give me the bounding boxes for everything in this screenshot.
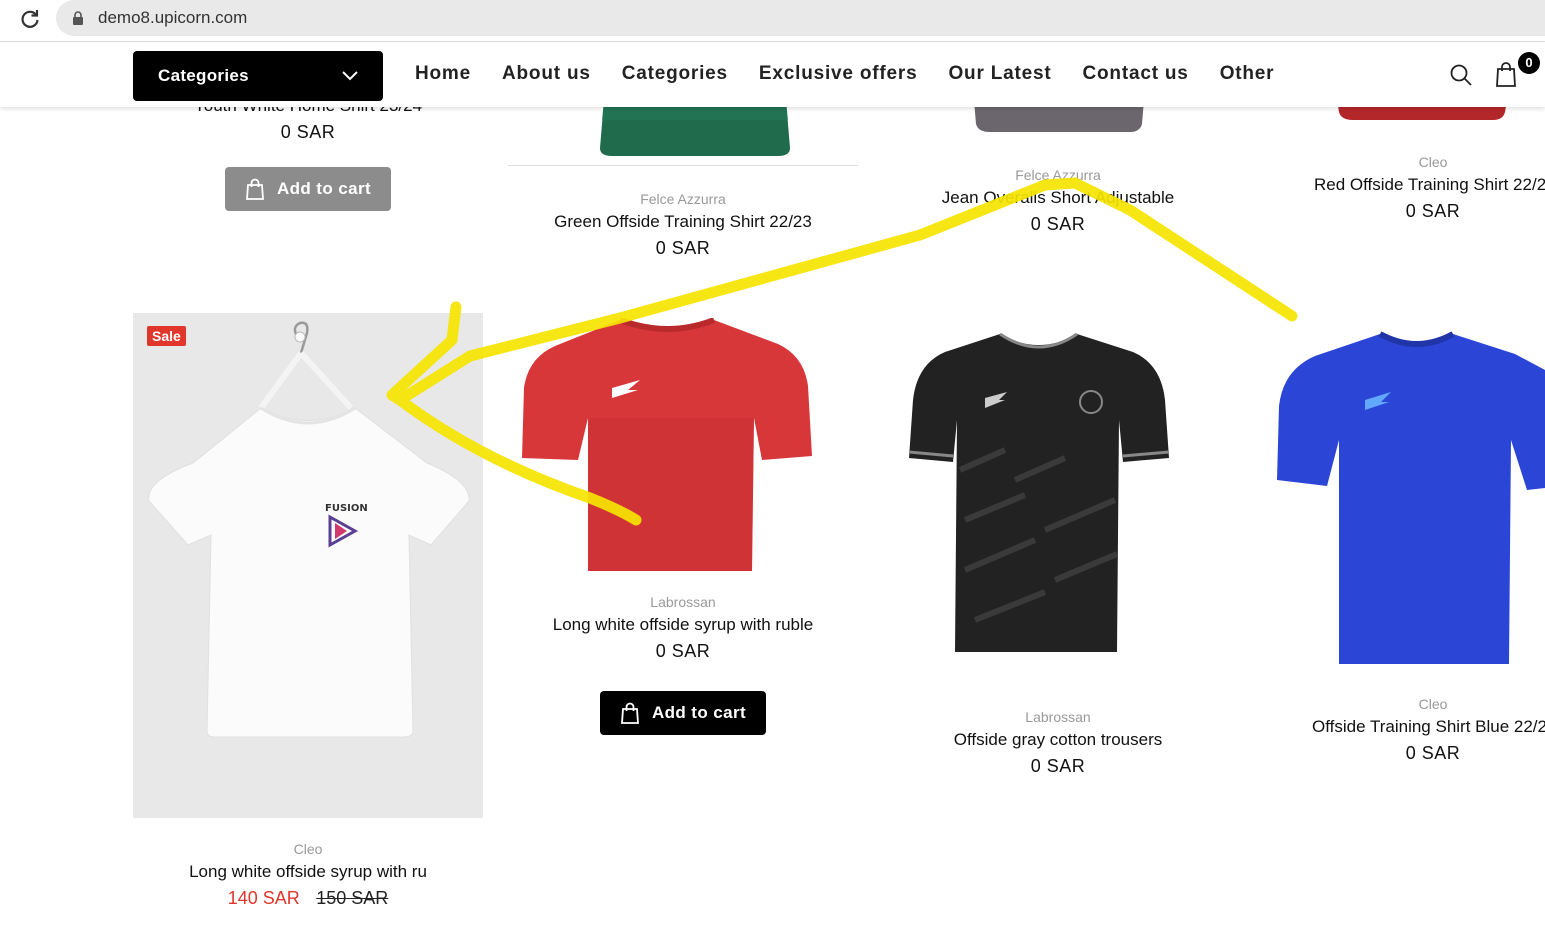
sale-price: 140 SAR: [227, 888, 300, 908]
product-card-jean-overalls[interactable]: Felce Azzurra Jean Overalls Short Adjust…: [883, 167, 1233, 235]
nav-link-home[interactable]: Home: [415, 63, 471, 85]
product-name[interactable]: Red Offside Training Shirt 22/23: [1293, 175, 1545, 195]
divider: [508, 165, 858, 166]
product-image-blue-shirt[interactable]: [1275, 330, 1545, 670]
main-nav: Home About us Categories Exclusive offer…: [415, 63, 1305, 85]
product-price: 0 SAR: [655, 238, 711, 258]
site-navbar: Categories Home About us Categories Excl…: [0, 43, 1545, 107]
product-name[interactable]: Green Offside Training Shirt 22/23: [508, 212, 858, 232]
nav-link-our-latest[interactable]: Our Latest: [948, 63, 1051, 85]
url-field[interactable]: demo8.upicorn.com: [56, 0, 1545, 36]
product-image-black-shirt[interactable]: [905, 330, 1173, 660]
product-card-red-long[interactable]: Labrossan Long white offside syrup with …: [508, 594, 858, 662]
sale-badge: Sale: [147, 326, 186, 346]
cart-bag-icon[interactable]: [1494, 61, 1518, 87]
product-brand: Cleo: [1418, 696, 1448, 712]
product-brand: Felce Azzurra: [640, 191, 726, 207]
add-to-cart-button[interactable]: Add to cart: [225, 167, 391, 211]
product-name[interactable]: Jean Overalls Short Adjustable: [883, 188, 1233, 208]
categories-dropdown-label: Categories: [158, 66, 249, 85]
nav-link-exclusive-offers[interactable]: Exclusive offers: [759, 63, 918, 85]
shopping-bag-icon: [245, 178, 264, 200]
browser-address-bar: demo8.upicorn.com: [0, 0, 1545, 42]
product-price: 0 SAR: [1405, 743, 1461, 763]
black-shirt-image: [908, 332, 1170, 652]
product-name[interactable]: Offside Training Shirt Blue 22/23: [1293, 717, 1545, 737]
blue-shirt-image: [1277, 331, 1545, 664]
product-image-white-shirt[interactable]: FUSION: [133, 313, 483, 818]
old-price: 150 SAR: [316, 888, 389, 908]
product-image-red-shirt[interactable]: [520, 318, 815, 573]
product-price: 0 SAR: [1405, 201, 1461, 221]
reload-icon[interactable]: [18, 7, 42, 31]
shopping-bag-icon: [620, 702, 639, 724]
add-to-cart-label: Add to cart: [276, 179, 372, 198]
nav-link-categories[interactable]: Categories: [622, 63, 728, 85]
product-brand: Labrossan: [650, 594, 716, 610]
url-text: demo8.upicorn.com: [98, 8, 248, 27]
product-card-gray-trousers[interactable]: Labrossan Offside gray cotton trousers 0…: [883, 709, 1233, 777]
product-brand: Felce Azzurra: [1015, 167, 1101, 183]
product-card-white-offside[interactable]: Cleo Long white offside syrup with ru 14…: [133, 841, 483, 909]
green-shirt-image: [600, 100, 790, 156]
product-name[interactable]: Offside gray cotton trousers: [883, 730, 1233, 750]
chevron-down-icon: [342, 71, 358, 81]
nav-link-other[interactable]: Other: [1220, 63, 1275, 85]
product-image-green-shirt[interactable]: [590, 100, 800, 160]
product-name[interactable]: Long white offside syrup with ruble: [508, 615, 858, 635]
red-shirt-image: [522, 318, 812, 571]
add-to-cart-label: Add to cart: [651, 703, 747, 722]
product-card-red-offside[interactable]: Cleo Red Offside Training Shirt 22/23 0 …: [1293, 154, 1545, 222]
lock-icon: [73, 11, 83, 25]
product-brand: Cleo: [293, 841, 323, 857]
search-icon[interactable]: [1449, 63, 1473, 87]
product-card-blue-offside[interactable]: Cleo Offside Training Shirt Blue 22/23 0…: [1293, 696, 1545, 764]
product-card-green-offside[interactable]: Felce Azzurra Green Offside Training Shi…: [508, 191, 858, 259]
product-price: 0 SAR: [1030, 756, 1086, 776]
product-price: 0 SAR: [1030, 214, 1086, 234]
product-price: 0 SAR: [655, 641, 711, 661]
product-brand: Labrossan: [1025, 709, 1091, 725]
svg-text:FUSION: FUSION: [325, 503, 368, 514]
cart-count-badge: 0: [1518, 52, 1540, 74]
white-shirt-image: FUSION: [148, 321, 470, 738]
product-price: 0 SAR: [280, 122, 336, 142]
product-brand: Cleo: [1418, 154, 1448, 170]
nav-link-contact[interactable]: Contact us: [1083, 63, 1189, 85]
product-name[interactable]: Long white offside syrup with ru: [133, 862, 483, 882]
categories-dropdown[interactable]: Categories: [133, 51, 383, 101]
add-to-cart-button[interactable]: Add to cart: [600, 691, 766, 735]
nav-link-about[interactable]: About us: [502, 63, 591, 85]
